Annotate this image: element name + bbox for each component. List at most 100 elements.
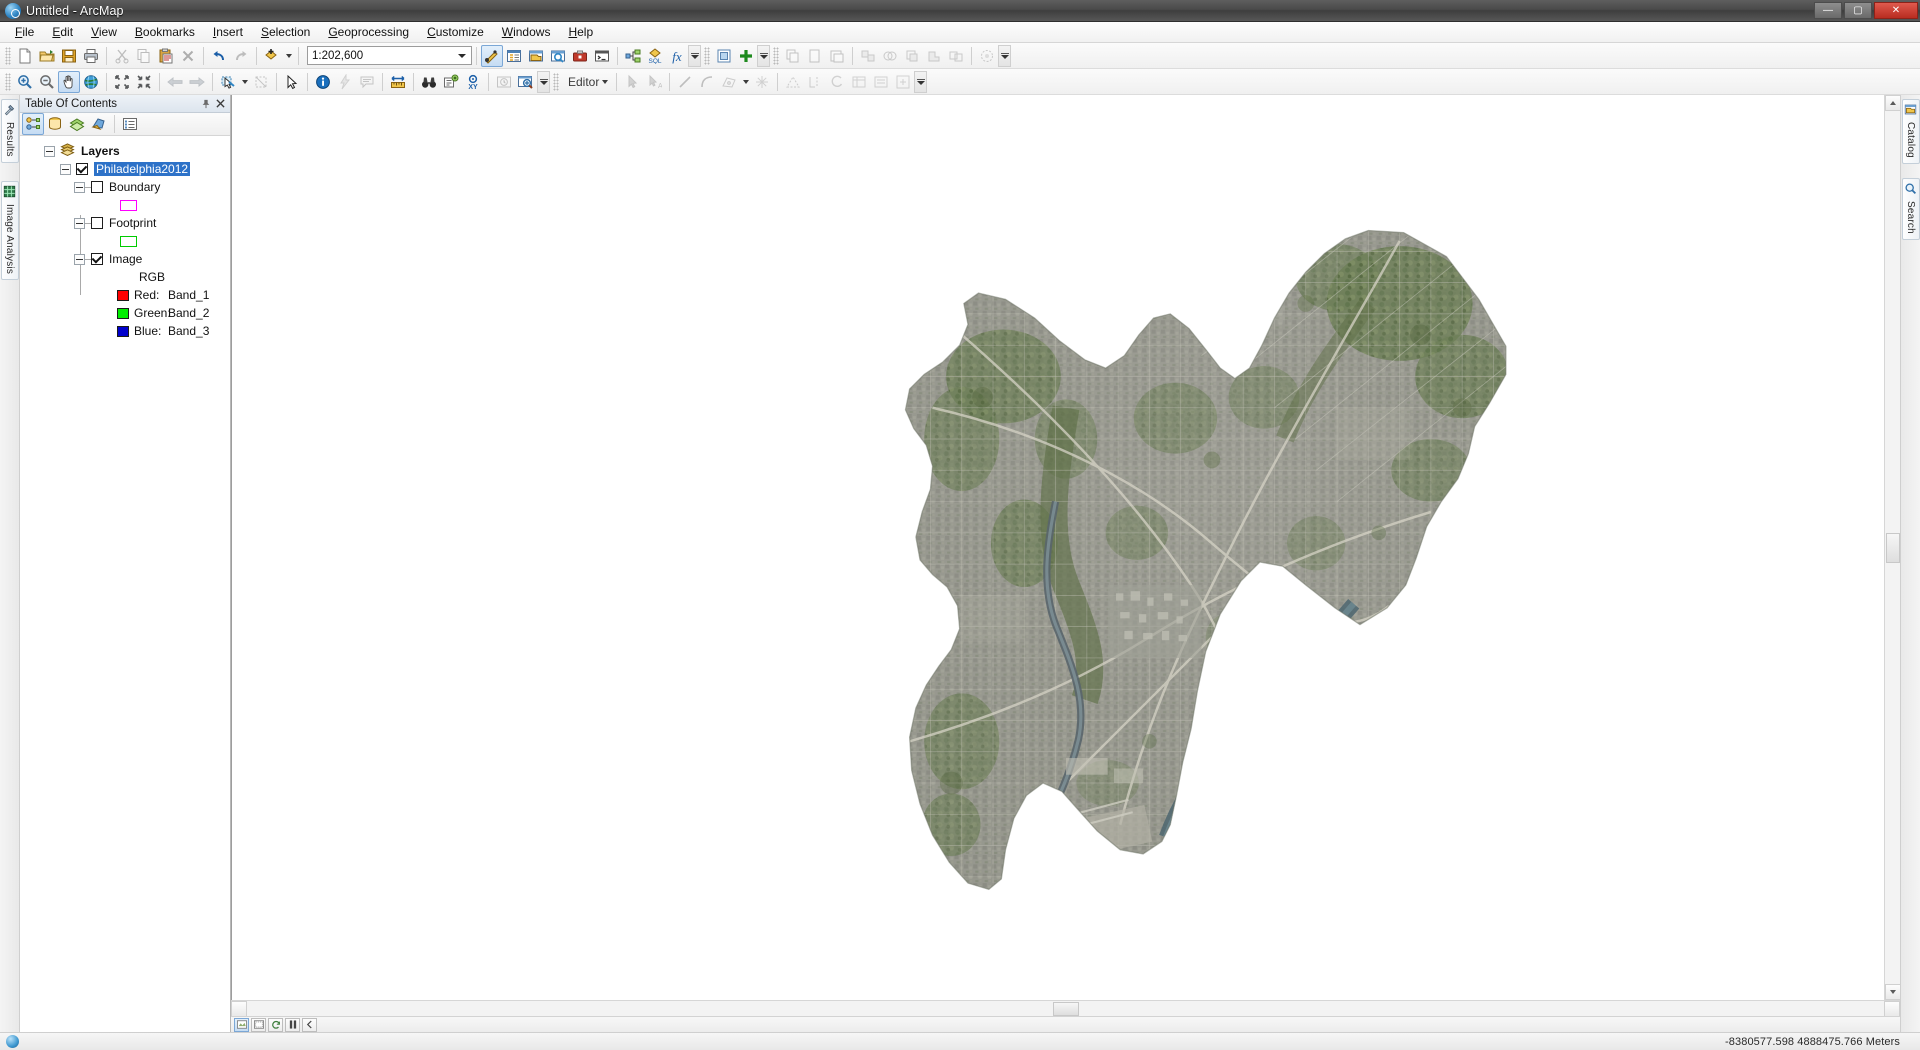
menu-windows[interactable]: Windows <box>493 23 560 41</box>
chevron-down-icon[interactable] <box>454 47 469 64</box>
blue-band-color-chip[interactable] <box>117 325 129 337</box>
toc-sublayer-boundary[interactable]: Boundary <box>20 178 230 196</box>
pan-hand-icon[interactable] <box>58 70 80 93</box>
paste-icon[interactable] <box>155 45 177 67</box>
toc-band-red[interactable]: Red: Band_1 <box>20 286 230 304</box>
editor-menu-button[interactable]: Editor <box>562 75 612 89</box>
menu-insert[interactable]: Insert <box>204 23 252 41</box>
horizontal-scroll-thumb[interactable] <box>1052 1001 1079 1016</box>
scroll-left-button[interactable] <box>231 1000 247 1017</box>
map-vertical-scrollbar[interactable] <box>1884 95 1900 1000</box>
zoom-in-icon[interactable] <box>14 71 36 93</box>
expander-philadelphia2012[interactable] <box>60 163 71 175</box>
data-view-icon[interactable] <box>234 1017 249 1032</box>
find-route-icon[interactable] <box>440 71 462 93</box>
toolbar-grip[interactable] <box>5 46 11 65</box>
map-imagery-canvas[interactable] <box>232 95 1900 1000</box>
close-icon[interactable] <box>213 97 227 111</box>
toc-sublayer-checkbox-footprint[interactable] <box>91 217 103 229</box>
layout-view-icon[interactable] <box>251 1017 266 1032</box>
select-features-icon[interactable] <box>217 71 239 93</box>
fixed-zoom-out-icon[interactable] <box>133 71 155 93</box>
toolbar-grip[interactable] <box>5 72 11 91</box>
add-data-icon[interactable] <box>261 45 283 67</box>
toolbar-grip[interactable] <box>773 46 779 65</box>
search-icon[interactable] <box>547 45 569 67</box>
toc-band-blue[interactable]: Blue: Band_3 <box>20 322 230 340</box>
go-to-xy-icon[interactable]: XY <box>462 71 484 93</box>
toc-sublayer-footprint[interactable]: Footprint <box>20 214 230 232</box>
maximize-button[interactable]: ▢ <box>1844 2 1872 19</box>
menu-view[interactable]: View <box>82 23 126 41</box>
catalog-icon[interactable] <box>525 45 547 67</box>
toc-sublayer-checkbox-image[interactable] <box>91 253 103 265</box>
expander-layers[interactable] <box>44 145 55 157</box>
find-binoculars-icon[interactable] <box>418 71 440 93</box>
edit-vertices-dropdown-arrow-icon[interactable] <box>740 71 751 93</box>
left-arrow-icon[interactable] <box>302 1017 317 1032</box>
list-by-visibility-icon[interactable] <box>66 113 88 135</box>
table-of-contents-icon[interactable] <box>503 45 525 67</box>
measure-icon[interactable] <box>387 71 409 93</box>
list-by-drawing-order-icon[interactable] <box>22 113 44 135</box>
toc-layer-tree[interactable]: Layers Philadelphia2012 Boundary Footpri… <box>20 136 230 1032</box>
scroll-up-button[interactable] <box>1884 95 1900 111</box>
toolbar-grip[interactable] <box>704 46 710 65</box>
dock-tab-search[interactable]: Search <box>1901 177 1920 240</box>
fixed-zoom-in-icon[interactable] <box>111 71 133 93</box>
toc-symbol-footprint[interactable] <box>20 232 230 250</box>
pause-icon[interactable] <box>285 1017 300 1032</box>
open-folder-icon[interactable] <box>36 45 58 67</box>
scroll-down-button[interactable] <box>1884 984 1900 1000</box>
toc-root-layers[interactable]: Layers <box>20 142 230 160</box>
toolbar-grip[interactable] <box>553 72 559 91</box>
toc-sublayer-image[interactable]: Image <box>20 250 230 268</box>
select-dropdown-arrow-icon[interactable] <box>239 71 250 93</box>
menu-bookmarks[interactable]: Bookmarks <box>126 23 204 41</box>
dock-tab-catalog[interactable]: Catalog <box>1901 99 1920 164</box>
toolbar-overflow-button[interactable] <box>914 70 928 93</box>
add-plus-icon[interactable] <box>735 45 757 67</box>
menu-geoprocessing[interactable]: Geoprocessing <box>319 23 418 41</box>
close-button[interactable]: ✕ <box>1874 2 1918 19</box>
identify-info-icon[interactable] <box>312 71 334 93</box>
menu-selection[interactable]: Selection <box>252 23 319 41</box>
add-data-dropdown-arrow-icon[interactable] <box>283 45 294 67</box>
select-elements-arrow-icon[interactable] <box>281 71 303 93</box>
python-window-icon[interactable] <box>591 45 613 67</box>
list-by-selection-icon[interactable] <box>88 113 110 135</box>
list-by-source-icon[interactable] <box>44 113 66 135</box>
toc-layer-checkbox-philadelphia2012[interactable] <box>76 163 88 175</box>
footprint-symbol-swatch[interactable] <box>120 235 137 247</box>
toolbar-overflow-button[interactable] <box>688 44 701 67</box>
new-document-icon[interactable] <box>14 45 36 67</box>
effects-icon[interactable] <box>713 45 735 67</box>
undo-arrow-icon[interactable] <box>208 45 230 67</box>
image-analysis-icon[interactable]: fx <box>666 45 688 67</box>
toc-sublayer-checkbox-boundary[interactable] <box>91 181 103 193</box>
red-band-color-chip[interactable] <box>117 289 129 301</box>
toc-symbol-boundary[interactable] <box>20 196 230 214</box>
create-viewer-window-icon[interactable] <box>515 71 537 93</box>
options-list-icon[interactable] <box>119 113 141 135</box>
menu-file[interactable]: File <box>6 23 43 41</box>
arctoolbox-icon[interactable] <box>569 45 591 67</box>
boundary-symbol-swatch[interactable] <box>120 199 137 211</box>
menu-customize[interactable]: Customize <box>418 23 493 41</box>
save-icon[interactable] <box>58 45 80 67</box>
menu-help[interactable]: Help <box>559 23 602 41</box>
editor-toolbar-icon[interactable] <box>481 44 503 67</box>
toc-band-green[interactable]: Green: Band_2 <box>20 304 230 322</box>
vertical-scroll-thumb[interactable] <box>1885 532 1900 563</box>
full-extent-globe-icon[interactable] <box>80 71 102 93</box>
expander-footprint[interactable] <box>74 217 85 229</box>
menu-edit[interactable]: Edit <box>43 23 82 41</box>
green-band-color-chip[interactable] <box>117 307 129 319</box>
pin-icon[interactable] <box>199 97 213 111</box>
model-builder-icon[interactable] <box>622 45 644 67</box>
map-scale-combo[interactable]: 1:202,600 <box>307 46 472 65</box>
minimize-button[interactable]: — <box>1814 2 1842 19</box>
refresh-icon[interactable] <box>268 1017 283 1032</box>
dock-tab-image-analysis[interactable]: Image Analysis <box>0 180 19 280</box>
scroll-right-button[interactable] <box>1884 1000 1900 1017</box>
